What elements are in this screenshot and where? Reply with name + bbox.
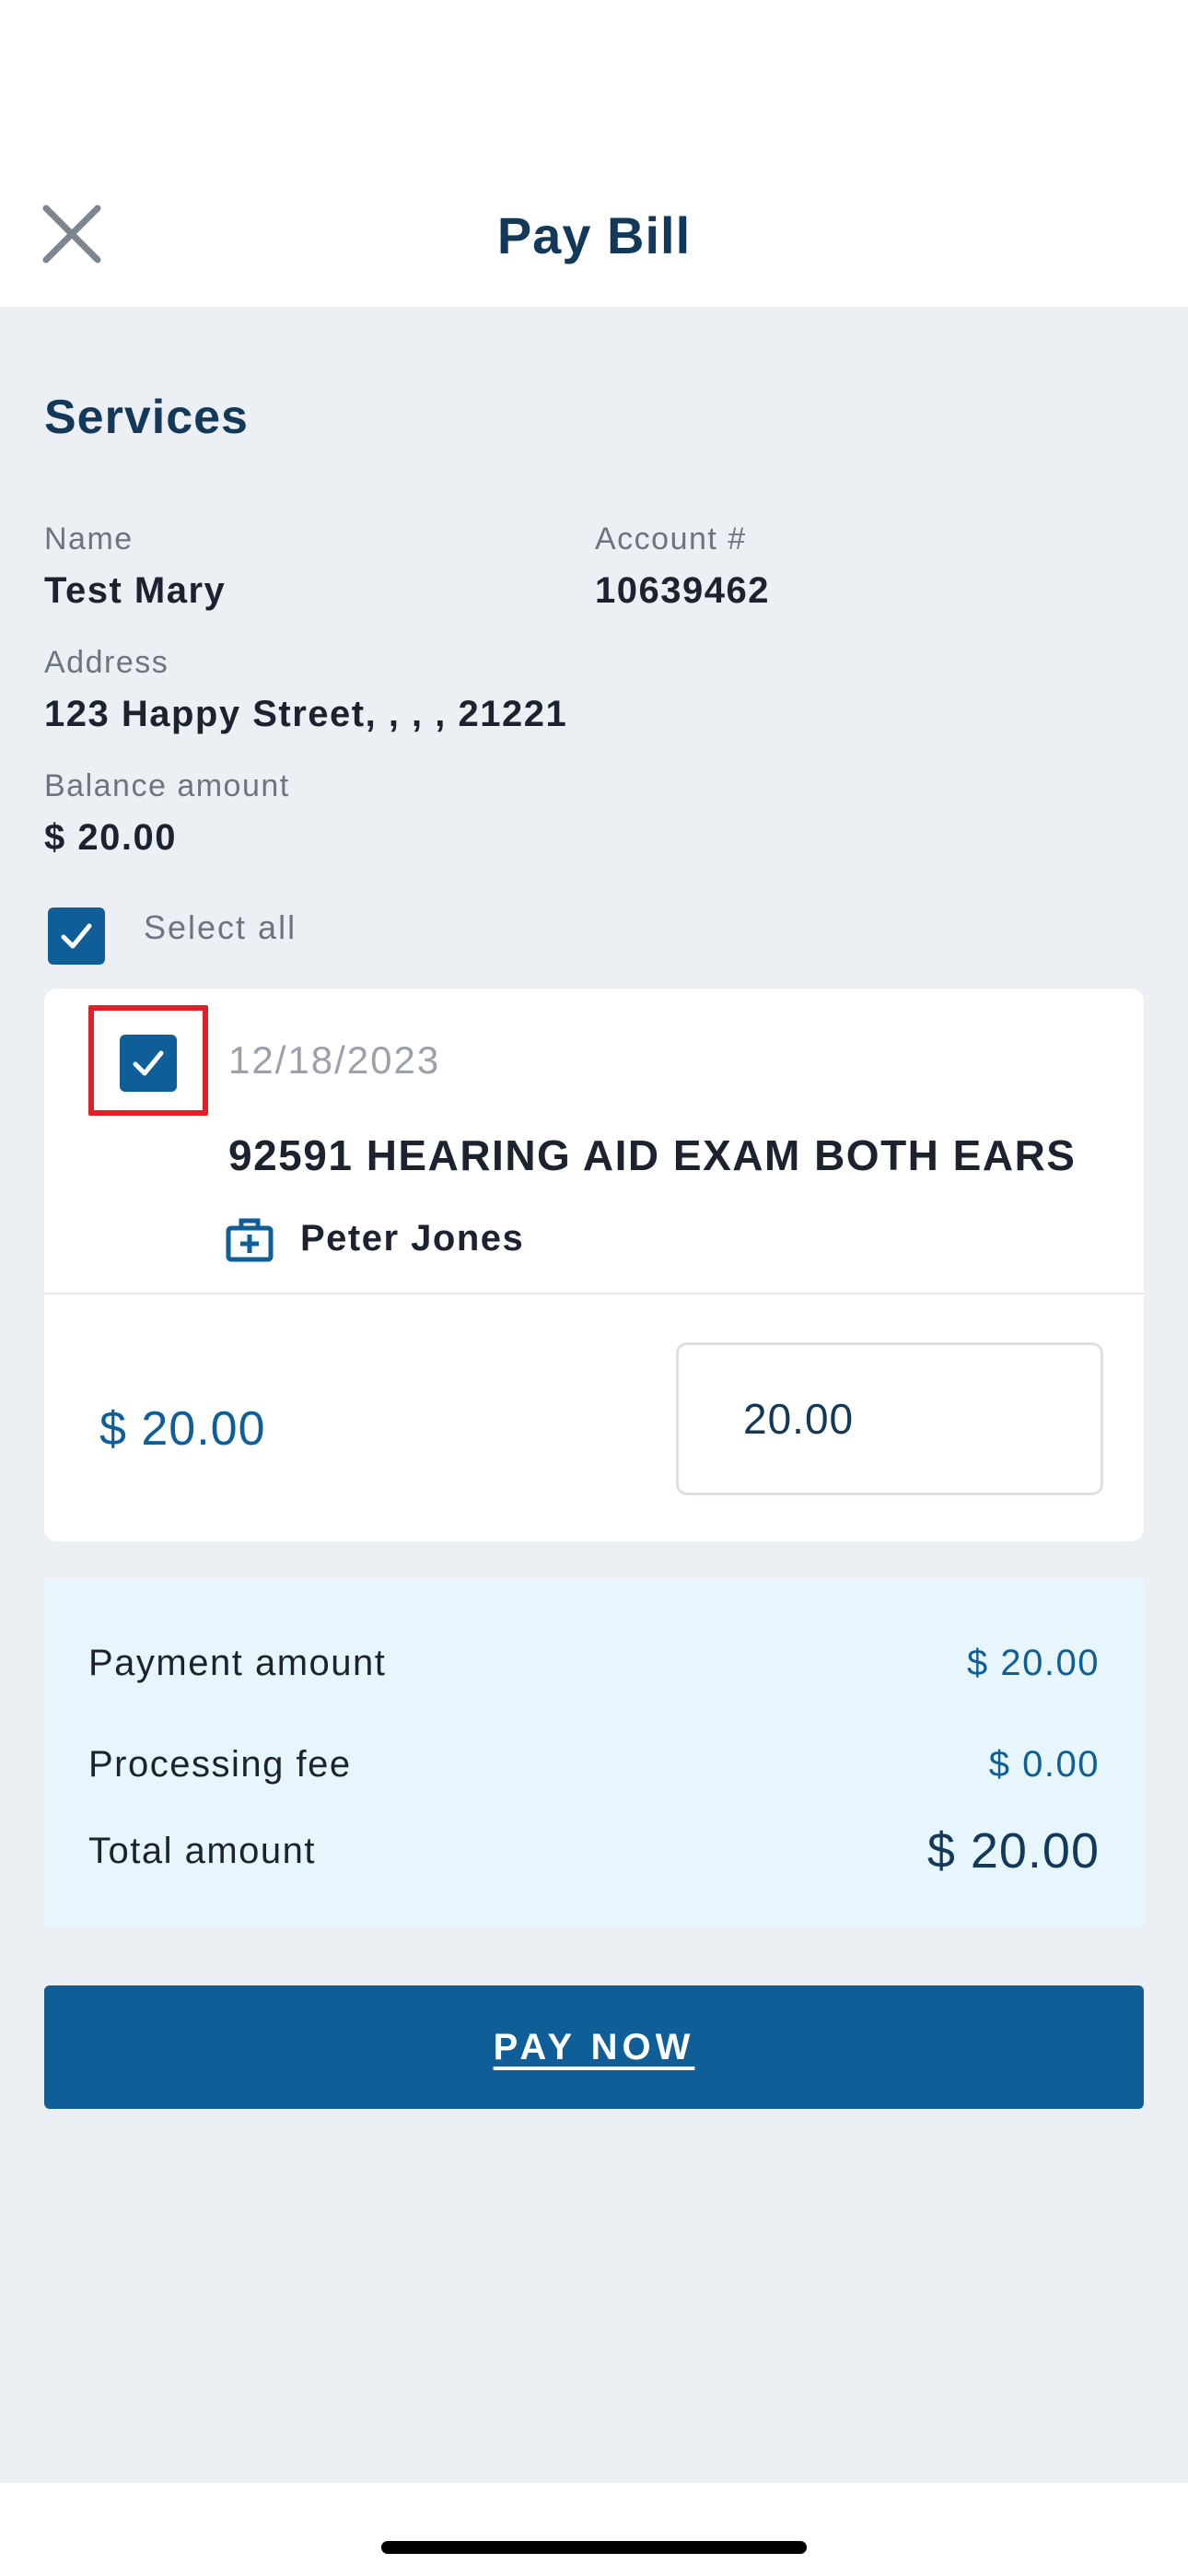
section-title: Services	[44, 391, 249, 444]
home-indicator	[381, 2541, 807, 2554]
total-amount-value: $ 20.00	[926, 1823, 1100, 1879]
bill-item-date: 12/18/2023	[228, 1038, 441, 1082]
bill-item-checkbox[interactable]	[120, 1035, 177, 1092]
total-amount-label: Total amount	[88, 1831, 317, 1871]
checkmark-icon	[133, 1050, 164, 1076]
pay-amount-input[interactable]	[676, 1342, 1103, 1495]
medical-kit-icon	[226, 1218, 274, 1262]
name-label: Name	[44, 521, 134, 556]
name-value: Test Mary	[44, 570, 227, 611]
header: Pay Bill	[0, 0, 1188, 307]
bill-item-service: 92591 HEARING AID EXAM BOTH EARS	[228, 1131, 1077, 1179]
content-area: Services Name Test Mary Account # 106394…	[0, 307, 1188, 2483]
bill-item-card: 12/18/2023 92591 HEARING AID EXAM BOTH E…	[44, 989, 1144, 1541]
processing-fee-label: Processing fee	[88, 1744, 352, 1785]
payment-amount-label: Payment amount	[88, 1643, 387, 1683]
select-all-checkbox[interactable]	[48, 907, 105, 965]
address-label: Address	[44, 645, 169, 680]
pay-bill-screen: Pay Bill Services Name Test Mary Account…	[0, 0, 1188, 2576]
provider-name: Peter Jones	[300, 1218, 525, 1259]
page-title: Pay Bill	[496, 206, 692, 264]
card-divider	[44, 1293, 1144, 1294]
address-value: 123 Happy Street, , , , 21221	[44, 694, 568, 734]
processing-fee-value: $ 0.00	[988, 1744, 1100, 1785]
balance-value: $ 20.00	[44, 817, 177, 858]
pay-now-button[interactable]: PAY NOW	[44, 1985, 1144, 2109]
balance-label: Balance amount	[44, 768, 290, 803]
payment-amount-value: $ 20.00	[967, 1643, 1100, 1683]
account-value: 10639462	[595, 570, 770, 611]
payment-summary: Payment amount $ 20.00 Processing fee $ …	[44, 1578, 1144, 1928]
account-label: Account #	[595, 521, 747, 556]
select-all-label: Select all	[144, 908, 297, 946]
checkmark-icon	[61, 923, 92, 949]
bill-item-amount: $ 20.00	[99, 1402, 266, 1456]
